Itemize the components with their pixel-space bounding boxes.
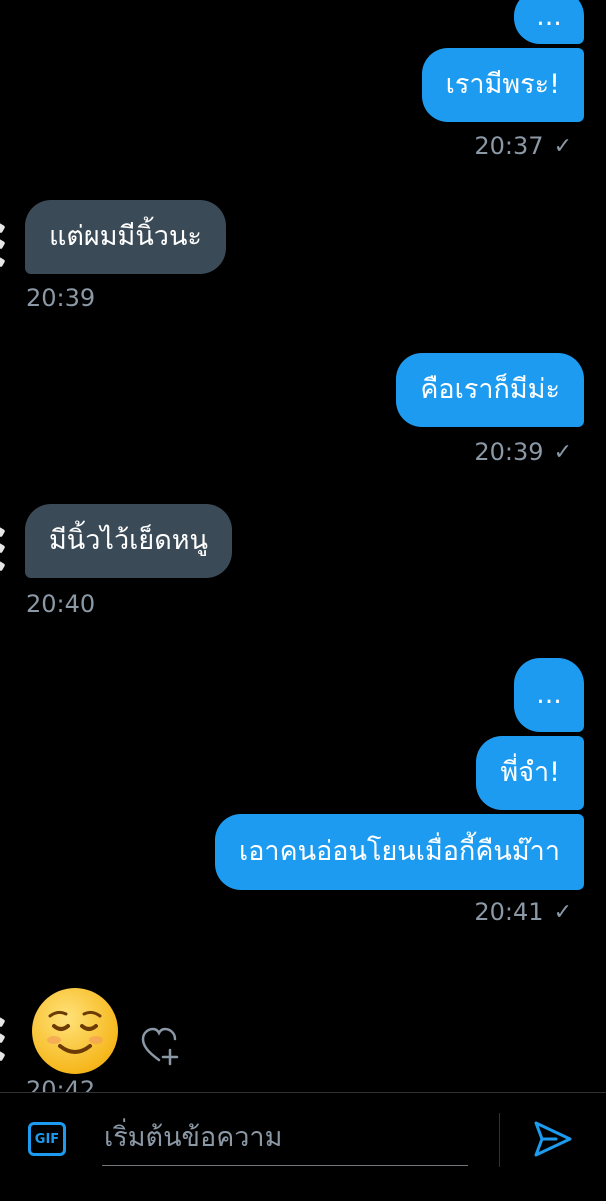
avatar[interactable] xyxy=(0,1012,14,1072)
message-bubble-incoming[interactable]: มีนิ้วไว้เย็ดหนู xyxy=(25,504,232,578)
message-timestamp: 20:39 xyxy=(26,284,96,312)
add-reaction-heart-icon[interactable] xyxy=(140,1026,184,1066)
message-text: ... xyxy=(536,1,562,32)
sent-check-icon: ✓ xyxy=(553,439,572,465)
composer-divider xyxy=(499,1113,500,1167)
relieved-face-emoji[interactable] xyxy=(32,988,118,1074)
gif-button[interactable]: GIF xyxy=(28,1122,66,1156)
message-text: ... xyxy=(536,679,562,710)
message-text: แต่ผมมีนิ้วนะ xyxy=(49,221,202,252)
message-bubble-outgoing[interactable]: เรามีพระ! xyxy=(421,48,584,122)
message-bubble-outgoing[interactable]: ... xyxy=(514,658,584,732)
message-text: มีนิ้วไว้เย็ดหนู xyxy=(49,525,208,556)
message-text: คือเราก็มีม่ะ xyxy=(420,374,560,405)
message-timestamp: 20:42 xyxy=(26,1076,96,1092)
send-button[interactable] xyxy=(532,1118,574,1160)
message-timestamp: 20:41 ✓ xyxy=(474,898,572,926)
message-bubble-outgoing[interactable]: เอาคนอ่อนโยนเมื่อกี้คืนม๊าา xyxy=(214,814,584,890)
message-timestamp: 20:37 ✓ xyxy=(474,132,572,160)
message-bubble-outgoing[interactable]: คือเราก็มีม่ะ xyxy=(396,353,584,427)
message-bubble-incoming[interactable]: แต่ผมมีนิ้วนะ xyxy=(25,200,226,274)
sent-check-icon: ✓ xyxy=(553,899,572,925)
message-text: เรามีพระ! xyxy=(445,69,560,100)
send-icon xyxy=(534,1121,572,1157)
message-timestamp: 20:40 xyxy=(26,590,96,618)
sent-check-icon: ✓ xyxy=(553,133,572,159)
message-timestamp: 20:39 ✓ xyxy=(474,438,572,466)
message-list: ... เรามีพระ! 20:37 ✓ แต่ผมมีนิ้วนะ 20:3… xyxy=(0,0,606,1092)
avatar[interactable] xyxy=(0,218,14,278)
message-text: พี่จำ! xyxy=(500,757,560,788)
avatar[interactable] xyxy=(0,522,14,582)
message-bubble-outgoing[interactable]: พี่จำ! xyxy=(476,736,584,810)
message-bubble-outgoing[interactable]: ... xyxy=(514,0,584,44)
message-text: เอาคนอ่อนโยนเมื่อกี้คืนม๊าา xyxy=(238,836,560,867)
message-input[interactable] xyxy=(102,1110,468,1166)
